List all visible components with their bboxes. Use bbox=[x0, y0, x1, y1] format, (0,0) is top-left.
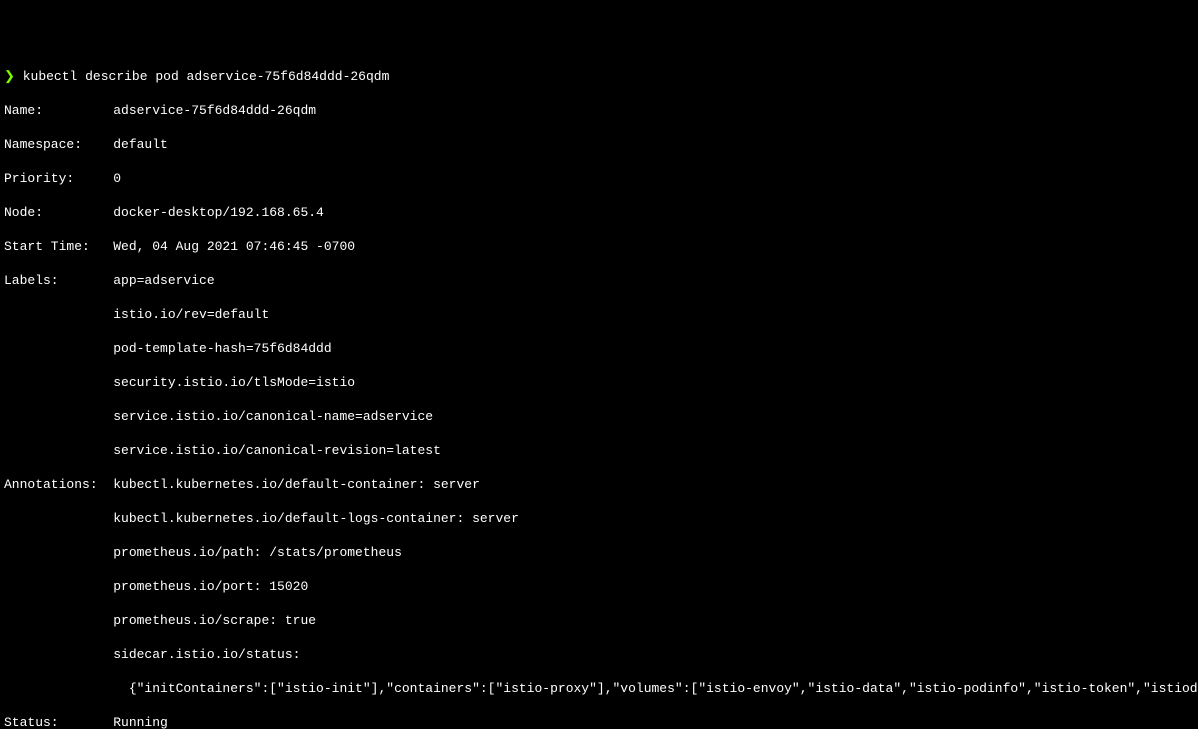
annotation-line: {"initContainers":["istio-init"],"contai… bbox=[4, 680, 1194, 697]
field-priority: Priority: 0 bbox=[4, 170, 1194, 187]
annotation-line: kubectl.kubernetes.io/default-logs-conta… bbox=[4, 510, 1194, 527]
annotation-line: prometheus.io/path: /stats/prometheus bbox=[4, 544, 1194, 561]
command-line: ❯ kubectl describe pod adservice-75f6d84… bbox=[4, 68, 1194, 85]
field-start-time: Start Time: Wed, 04 Aug 2021 07:46:45 -0… bbox=[4, 238, 1194, 255]
field-node: Node: docker-desktop/192.168.65.4 bbox=[4, 204, 1194, 221]
field-annotations: Annotations: kubectl.kubernetes.io/defau… bbox=[4, 476, 1194, 493]
label-line: service.istio.io/canonical-name=adservic… bbox=[4, 408, 1194, 425]
annotation-line: prometheus.io/scrape: true bbox=[4, 612, 1194, 629]
label-line: pod-template-hash=75f6d84ddd bbox=[4, 340, 1194, 357]
annotation-line: prometheus.io/port: 15020 bbox=[4, 578, 1194, 595]
label-line: service.istio.io/canonical-revision=late… bbox=[4, 442, 1194, 459]
field-status: Status: Running bbox=[4, 714, 1194, 729]
terminal[interactable]: { "prompt_char": "❯", "command": "kubect… bbox=[0, 0, 1198, 729]
field-name: Name: adservice-75f6d84ddd-26qdm bbox=[4, 102, 1194, 119]
field-labels: Labels: app=adservice bbox=[4, 272, 1194, 289]
field-namespace: Namespace: default bbox=[4, 136, 1194, 153]
command-text: kubectl describe pod adservice-75f6d84dd… bbox=[23, 69, 390, 84]
label-line: security.istio.io/tlsMode=istio bbox=[4, 374, 1194, 391]
label-line: istio.io/rev=default bbox=[4, 306, 1194, 323]
prompt-char: ❯ bbox=[4, 69, 15, 84]
annotation-line: sidecar.istio.io/status: bbox=[4, 646, 1194, 663]
